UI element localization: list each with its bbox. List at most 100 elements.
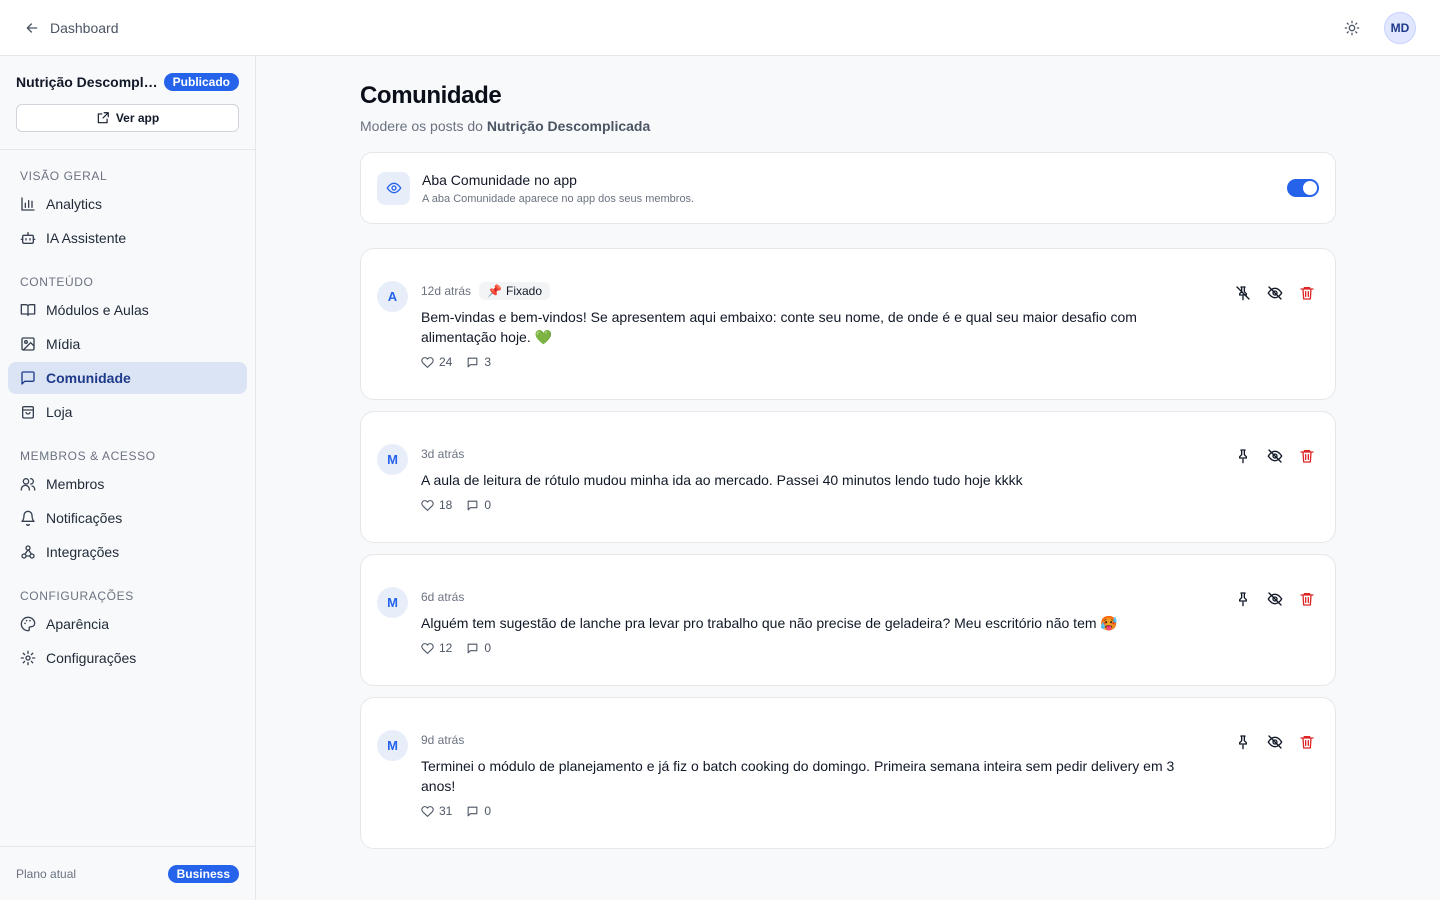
back-to-dashboard-link[interactable]: Dashboard — [24, 20, 119, 36]
sidebar-item-label: Loja — [46, 404, 73, 420]
sidebar-item-label: Notificações — [46, 510, 123, 526]
pin-icon[interactable] — [1235, 734, 1251, 750]
unpin-icon[interactable] — [1235, 285, 1251, 301]
hide-post-icon[interactable] — [1267, 285, 1283, 301]
comment-icon — [466, 642, 479, 655]
delete-post-icon[interactable] — [1299, 734, 1315, 750]
sidebar-item-integrations[interactable]: Integrações — [8, 536, 247, 568]
hide-post-icon[interactable] — [1267, 591, 1283, 607]
image-icon — [21, 337, 35, 351]
sidebar-item-settings[interactable]: Configurações — [8, 642, 247, 674]
section-members: MEMBROS & ACESSO — [20, 449, 156, 463]
page-title: Comunidade — [360, 82, 502, 109]
pushpin-emoji-icon: 📌 — [487, 284, 502, 298]
status-badge: Publicado — [163, 73, 239, 91]
sidebar-item-notifications[interactable]: Notificações — [8, 502, 247, 534]
hide-post-icon[interactable] — [1267, 448, 1283, 464]
like-count[interactable]: 31 — [421, 804, 452, 818]
toggle-title: Aba Comunidade no app — [422, 171, 577, 188]
arrow-left-icon — [26, 22, 38, 33]
post-text: A aula de leitura de rótulo mudou minha … — [421, 472, 1023, 488]
like-count[interactable]: 12 — [421, 641, 452, 655]
external-link-icon — [97, 112, 109, 124]
post-author-avatar: A — [377, 281, 408, 312]
like-count-value: 18 — [439, 498, 453, 512]
shopping-bag-icon — [22, 406, 34, 419]
palette-icon — [20, 616, 36, 632]
webhook-icon — [21, 545, 35, 559]
heart-icon — [421, 499, 434, 512]
sidebar-app-header: Nutrição Descomplicada Publicado Ver app — [0, 56, 255, 150]
sidebar-item-assistant[interactable]: IA Assistente — [8, 222, 247, 254]
pin-icon[interactable] — [1235, 448, 1251, 464]
plan-badge[interactable]: Business — [167, 864, 239, 883]
comment-count-value: 0 — [484, 804, 492, 818]
like-count-value: 12 — [439, 641, 453, 655]
like-count-value: 31 — [439, 804, 453, 818]
sidebar-item-store[interactable]: Loja — [8, 396, 247, 428]
delete-post-icon[interactable] — [1299, 448, 1315, 464]
page-subtitle: Modere os posts do Nutrição Descomplicad… — [360, 118, 1336, 134]
post-text: Bem-vindas e bem-vindos! Se apresentem a… — [421, 309, 1137, 345]
pin-icon[interactable] — [1235, 591, 1251, 607]
sidebar-item-analytics[interactable]: Analytics — [8, 188, 247, 220]
hide-post-icon[interactable] — [1267, 734, 1283, 750]
sidebar-item-media[interactable]: Mídia — [8, 328, 247, 360]
comment-count[interactable]: 0 — [466, 498, 491, 512]
comment-icon — [466, 805, 479, 818]
sidebar-item-members[interactable]: Membros — [8, 468, 247, 500]
comment-count[interactable]: 3 — [466, 355, 491, 369]
post-author-avatar: M — [377, 444, 408, 475]
eye-icon-box — [377, 171, 410, 205]
post-actions — [1235, 591, 1315, 607]
user-avatar[interactable]: MD — [1384, 11, 1416, 44]
post-card: M 9d atrás Terminei o módulo de planejamen… — [360, 697, 1336, 849]
section-content: CONTEÚDO — [20, 275, 94, 289]
community-tab-switch[interactable] — [1287, 179, 1319, 197]
comment-count[interactable]: 0 — [466, 804, 491, 818]
post-card: M 6d atrás Alguém tem sugestão de lanche p… — [360, 554, 1336, 686]
comment-count-value: 3 — [484, 355, 492, 369]
post-time: 6d atrás — [421, 590, 465, 604]
message-square-icon — [21, 371, 35, 385]
like-count-value: 24 — [439, 355, 453, 369]
post-text: Alguém tem sugestão de lanche pra levar … — [421, 615, 1118, 631]
post-time: 3d atrás — [421, 447, 465, 461]
bell-icon — [21, 510, 35, 526]
sidebar-item-label: Mídia — [46, 336, 81, 352]
post-time: 9d atrás — [421, 733, 465, 747]
view-app-button[interactable]: Ver app — [16, 104, 239, 132]
community-tab-toggle-card: Aba Comunidade no app A aba Comunidade a… — [360, 152, 1336, 224]
users-icon — [20, 478, 36, 491]
sidebar-footer: Plano atual Business — [0, 846, 255, 900]
comment-count[interactable]: 0 — [466, 641, 491, 655]
comment-icon — [466, 499, 479, 512]
sidebar-item-label: Aparência — [46, 616, 110, 632]
heart-icon — [421, 642, 434, 655]
like-count[interactable]: 24 — [421, 355, 452, 369]
sidebar-item-appearance[interactable]: Aparência — [8, 608, 247, 640]
delete-post-icon[interactable] — [1299, 591, 1315, 607]
post-card: M 3d atrás A aula de leitura de rótulo mud… — [360, 411, 1336, 543]
sidebar-item-label: IA Assistente — [46, 230, 127, 246]
comment-count-value: 0 — [484, 498, 492, 512]
like-count[interactable]: 18 — [421, 498, 452, 512]
post-time: 12d atrás — [421, 284, 472, 298]
sidebar-item-label: Módulos e Aulas — [46, 302, 149, 318]
heart-icon — [421, 356, 434, 369]
post-author-avatar: M — [377, 587, 408, 618]
subtitle-prefix: Modere os posts do — [360, 118, 487, 134]
switch-knob — [1303, 181, 1317, 195]
sidebar-item-community[interactable]: Comunidade — [8, 362, 247, 394]
sidebar-nav: VISÃO GERAL Analytics IA Assistente CONT… — [0, 150, 255, 674]
theme-toggle-button[interactable] — [1336, 12, 1368, 44]
plan-label: Plano atual — [16, 866, 77, 881]
view-app-label: Ver app — [115, 111, 160, 125]
eye-icon — [386, 182, 401, 194]
comment-count-value: 0 — [484, 641, 492, 655]
sun-icon — [1344, 20, 1360, 35]
delete-post-icon[interactable] — [1299, 285, 1315, 301]
subtitle-app-name: Nutrição Descomplicada — [486, 118, 651, 134]
sidebar-item-label: Configurações — [46, 650, 137, 666]
sidebar-item-modules[interactable]: Módulos e Aulas — [8, 294, 247, 326]
